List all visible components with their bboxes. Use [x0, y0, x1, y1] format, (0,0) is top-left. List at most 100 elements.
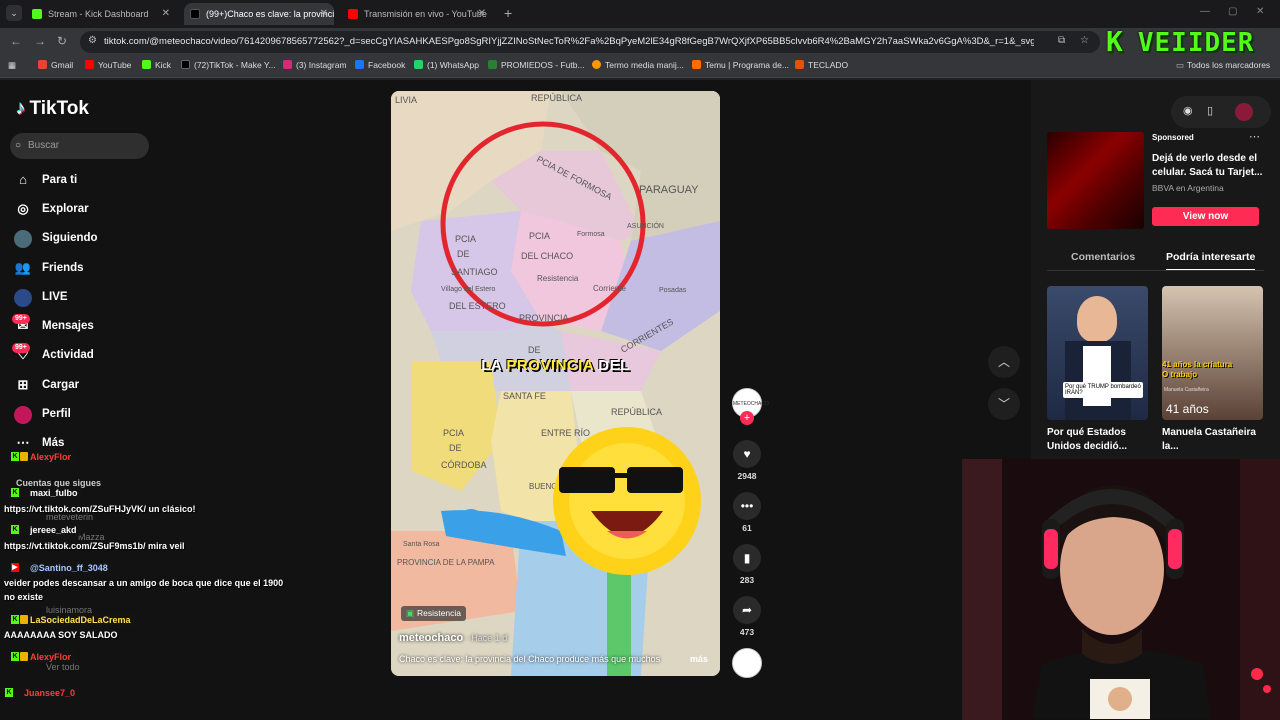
apps-grid-icon[interactable]: ▦ — [8, 60, 16, 71]
chat-username: Kjereee_akd — [8, 524, 81, 536]
bookmark-instagram[interactable]: (3) Instagram — [283, 60, 347, 70]
ad-thumbnail[interactable] — [1047, 132, 1144, 229]
bookmark-star-icon[interactable]: ☆ — [1080, 35, 1089, 46]
sound-disc-button[interactable] — [730, 648, 764, 678]
suggested-video-title[interactable]: Por qué Estados Unidos decidió... — [1047, 426, 1147, 454]
tab-tiktok[interactable]: (99+)Chaco es clave: la provinci ✕ — [184, 3, 334, 25]
map-label: Villago del Estero — [441, 286, 495, 293]
kick-badge-icon: K — [11, 615, 19, 624]
save-count: 283 — [739, 575, 755, 585]
nav-explorar[interactable]: ◎ Explorar — [14, 198, 88, 220]
bookmark-termo[interactable]: Termo media manij... — [592, 60, 684, 70]
share-icon[interactable]: ➦ — [733, 596, 761, 624]
kick-icon — [142, 60, 151, 69]
close-tab-icon[interactable]: ✕ — [162, 3, 170, 25]
next-video-button[interactable]: ﹀ — [988, 388, 1020, 420]
bookmark-teclado[interactable]: TECLADO — [795, 60, 848, 70]
save-button[interactable]: ▮ 283 — [730, 544, 764, 585]
nav-live[interactable]: LIVE — [14, 286, 68, 308]
ad-title[interactable]: Dejá de verlo desde el celular. Sacá tu … — [1152, 152, 1264, 180]
install-app-icon[interactable]: ⧉ — [1058, 35, 1065, 46]
close-tab-icon[interactable]: ✕ — [320, 3, 328, 25]
nav-cargar[interactable]: ⊞ Cargar — [14, 374, 80, 396]
maximize-icon[interactable]: ▢ — [1228, 6, 1237, 17]
heart-icon[interactable]: ♥ — [733, 440, 761, 468]
description-more-button[interactable]: más — [690, 654, 708, 664]
tab-comments[interactable]: Comentarios — [1071, 251, 1135, 263]
share-button[interactable]: ➦ 473 — [730, 596, 764, 637]
suggested-video-card[interactable]: Por qué TRUMP bombardeó IRÁN? — [1047, 286, 1148, 420]
forward-icon[interactable]: → — [34, 34, 46, 48]
browser-toolbar: ← → ↻ ⚙ tiktok.com/@meteochaco/video/761… — [0, 28, 1280, 56]
nav-siguiendo[interactable]: Siguiendo — [14, 227, 98, 249]
bookmark-icon[interactable]: ▮ — [733, 544, 761, 572]
nav-mensajes[interactable]: ✉ 99+ Mensajes — [12, 314, 94, 337]
location-tag[interactable]: ▣ Resistencia — [401, 606, 466, 621]
map-illustration: LIVIA REPÚBLICA PARAGUAY PCIA DE FORMOSA… — [391, 91, 720, 676]
close-window-icon[interactable]: ✕ — [1256, 6, 1264, 17]
ad-view-now-button[interactable]: View now — [1152, 207, 1259, 226]
kick-overlay-logo: K VEIIDER — [1106, 25, 1254, 58]
sound-disc-icon[interactable] — [732, 648, 762, 678]
video-player[interactable]: LIVIA REPÚBLICA PARAGUAY PCIA DE FORMOSA… — [391, 91, 720, 676]
nav-perfil[interactable]: Perfil — [14, 403, 71, 425]
card-overlay-text: 41 años la criatura — [1162, 360, 1233, 369]
nav-actividad[interactable]: ♡ 99+ Actividad — [12, 343, 94, 366]
compass-icon[interactable]: ◉ — [1183, 104, 1193, 117]
nav-para-ti[interactable]: ⌂ Para ti — [14, 169, 77, 191]
back-icon[interactable]: ← — [10, 34, 22, 48]
nav-label: Perfil — [42, 408, 71, 420]
tab-youtube[interactable]: Transmisión en vivo - YouTube ✕ — [342, 3, 492, 25]
profile-icon — [14, 406, 32, 424]
comment-icon[interactable]: ••• — [733, 492, 761, 520]
comment-button[interactable]: ••• 61 — [730, 492, 764, 533]
map-label: Corriente — [593, 284, 626, 293]
video-author[interactable]: meteochaco · Hace 1 d — [399, 632, 507, 644]
address-bar[interactable]: ⚙ tiktok.com/@meteochaco/video/761420967… — [80, 31, 1100, 53]
reload-icon[interactable]: ↻ — [57, 34, 67, 48]
url-text[interactable]: tiktok.com/@meteochaco/video/76142096785… — [104, 31, 1034, 53]
bookmark-promiedos[interactable]: PROMIEDOS - Futb... — [488, 60, 585, 70]
bookmark-tiktok[interactable]: (72)TikTok - Make Y... — [181, 60, 276, 70]
chat-message: https://vt.tiktok.com/ZSuFHJyVK/ un clás… — [4, 504, 196, 514]
tabs-divider — [1047, 270, 1264, 271]
creator-avatar-button[interactable]: METEOCHACO + — [730, 388, 769, 425]
tab-search-button[interactable]: ⌄ — [6, 5, 22, 21]
bookmark-youtube[interactable]: YouTube — [85, 60, 131, 70]
tab-kick-dashboard[interactable]: Stream - Kick Dashboard ✕ — [26, 3, 176, 25]
minimize-icon[interactable]: — — [1200, 6, 1210, 17]
comment-count: 61 — [742, 523, 752, 533]
bookmark-whatsapp[interactable]: (1) WhatsApp — [414, 60, 479, 70]
suggested-video-title[interactable]: Manuela Castañeira la... — [1162, 426, 1262, 454]
map-label: PARAGUAY — [639, 184, 699, 196]
compass-icon: ◎ — [17, 201, 29, 216]
nav-label: Friends — [42, 262, 84, 274]
tab-suggested[interactable]: Podría interesarte — [1166, 251, 1256, 271]
all-bookmarks[interactable]: ▭ Todos los marcadores — [1176, 60, 1270, 71]
user-avatar[interactable] — [1235, 103, 1253, 121]
mobile-icon[interactable]: ▯ — [1207, 104, 1213, 117]
author-name[interactable]: meteochaco — [399, 632, 463, 644]
card-age-text: 41 años — [1166, 402, 1209, 416]
bookmark-facebook[interactable]: Facebook — [355, 60, 405, 70]
suggested-video-card[interactable]: 41 años la criatura O trabajo Manuela Ca… — [1162, 286, 1263, 420]
kick-badge-icon: K — [11, 488, 19, 497]
kick-badge-icon: K — [5, 688, 13, 697]
like-button[interactable]: ♥ 2948 — [730, 440, 764, 481]
close-tab-icon[interactable]: ✕ — [478, 3, 486, 25]
nav-label: LIVE — [42, 291, 68, 303]
bookmark-gmail[interactable]: Gmail — [38, 60, 73, 70]
new-tab-button[interactable]: + — [504, 5, 512, 21]
tab-label: (99+)Chaco es clave: la provinci — [206, 9, 334, 19]
nav-friends[interactable]: 👥 Friends — [14, 257, 84, 279]
bookmark-kick[interactable]: Kick — [142, 60, 171, 70]
search-input[interactable]: ○ Buscar — [10, 133, 149, 159]
bookmark-temu[interactable]: Temu | Programa de... — [692, 60, 789, 70]
friends-icon: 👥 — [14, 260, 32, 275]
site-info-icon[interactable]: ⚙ — [88, 35, 97, 46]
follow-plus-icon[interactable]: + — [740, 411, 754, 425]
previous-video-button[interactable]: ︿ — [988, 346, 1020, 378]
map-label: REPÚBLICA — [611, 407, 662, 417]
ad-options-icon[interactable]: ⋯ — [1249, 130, 1260, 143]
tiktok-logo[interactable]: ♪ TikTok — [16, 98, 89, 120]
